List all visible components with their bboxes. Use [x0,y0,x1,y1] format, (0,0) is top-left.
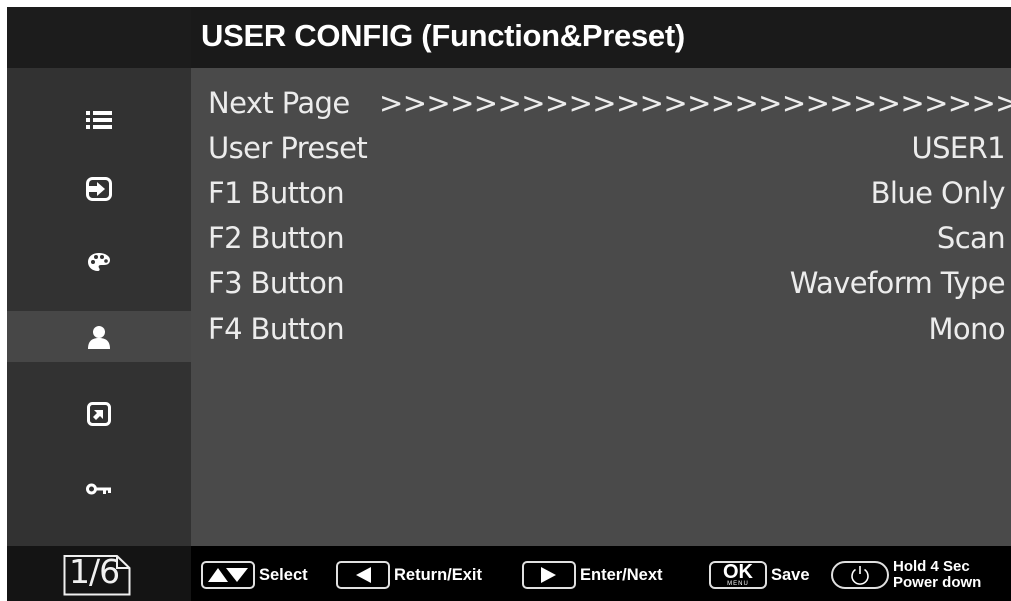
osd-menu: USER CONFIG (Function&Preset) Next Page … [7,7,1011,601]
sidebar [7,68,191,546]
footer-hint-bar: Select Return/Exit Enter/Next OK MENU Sa… [191,546,1011,601]
hint-enter-next: Enter/Next [522,559,663,591]
page-title: USER CONFIG (Function&Preset) [201,18,685,53]
sidebar-item-key[interactable] [7,463,191,514]
sidebar-item-menu[interactable] [7,94,191,145]
menu-row-value: Scan [936,221,1006,255]
list-icon [86,110,112,129]
menu-row-f4-button[interactable]: F4 Button Mono [191,308,1011,354]
footer-left-block: 1/6 [7,546,191,601]
hint-power-labels: Hold 4 Sec Power down [889,559,981,591]
page-indicator: 1/6 [63,548,131,596]
menu-row-user-preset[interactable]: User Preset USER1 [191,127,1011,173]
menu-row-value: Blue Only [870,176,1006,210]
key-icon [86,483,111,494]
menu-key-text: MENU [727,580,749,587]
menu-row-value: >>>>>>>>>>>>>>>>>>>>>>>>>>> [379,86,1011,120]
menu-row-label: F2 Button [208,221,345,255]
hint-label: Save [771,565,810,584]
title-bar: USER CONFIG (Function&Preset) [191,7,1011,68]
hint-label-line2: Power down [893,574,982,591]
hint-power: Hold 4 Sec Power down [831,559,981,591]
right-arrow-icon [541,567,556,583]
sidebar-item-external[interactable] [7,388,191,439]
menu-row-value: Mono [928,312,1006,346]
menu-row-label: User Preset [208,131,368,165]
menu-row-f1-button[interactable]: F1 Button Blue Only [191,172,1011,218]
hint-label: Enter/Next [580,565,663,584]
hint-return-exit: Return/Exit [336,559,482,591]
menu-row-label: F1 Button [208,176,345,210]
right-key [522,561,576,589]
palette-icon [88,252,110,271]
sidebar-item-input[interactable] [7,163,191,214]
hint-select: Select [201,559,308,591]
hint-label-line1: Hold 4 Sec [893,558,970,575]
power-key [831,561,889,589]
menu-content: Next Page >>>>>>>>>>>>>>>>>>>>>>>>>>> Us… [191,68,1011,546]
left-arrow-icon [356,567,371,583]
sidebar-item-color[interactable] [7,236,191,287]
ok-key-text: OK [723,560,753,583]
menu-row-label: Next Page [208,86,350,120]
menu-row-value: Waveform Type [789,266,1006,300]
menu-row-value: USER1 [911,131,1005,165]
left-key [336,561,390,589]
hint-label: Select [259,565,308,584]
page-indicator-text: 1/6 [69,552,120,591]
menu-row-label: F4 Button [208,312,345,346]
menu-row-label: F3 Button [208,266,345,300]
up-down-icon [208,568,248,582]
input-icon [86,176,112,201]
hint-save: OK MENU Save [709,559,810,591]
menu-row-f3-button[interactable]: F3 Button Waveform Type [191,262,1011,308]
hint-label: Return/Exit [394,565,483,584]
sidebar-item-user[interactable] [7,311,191,362]
menu-row-next-page[interactable]: Next Page >>>>>>>>>>>>>>>>>>>>>>>>>>> [191,82,1011,128]
power-icon [851,566,869,585]
menu-row-f2-button[interactable]: F2 Button Scan [191,217,1011,263]
up-down-key [201,561,255,589]
external-link-icon [87,401,111,426]
user-icon [88,325,110,349]
header-left-block [7,7,191,68]
ok-menu-key: OK MENU [709,561,767,589]
